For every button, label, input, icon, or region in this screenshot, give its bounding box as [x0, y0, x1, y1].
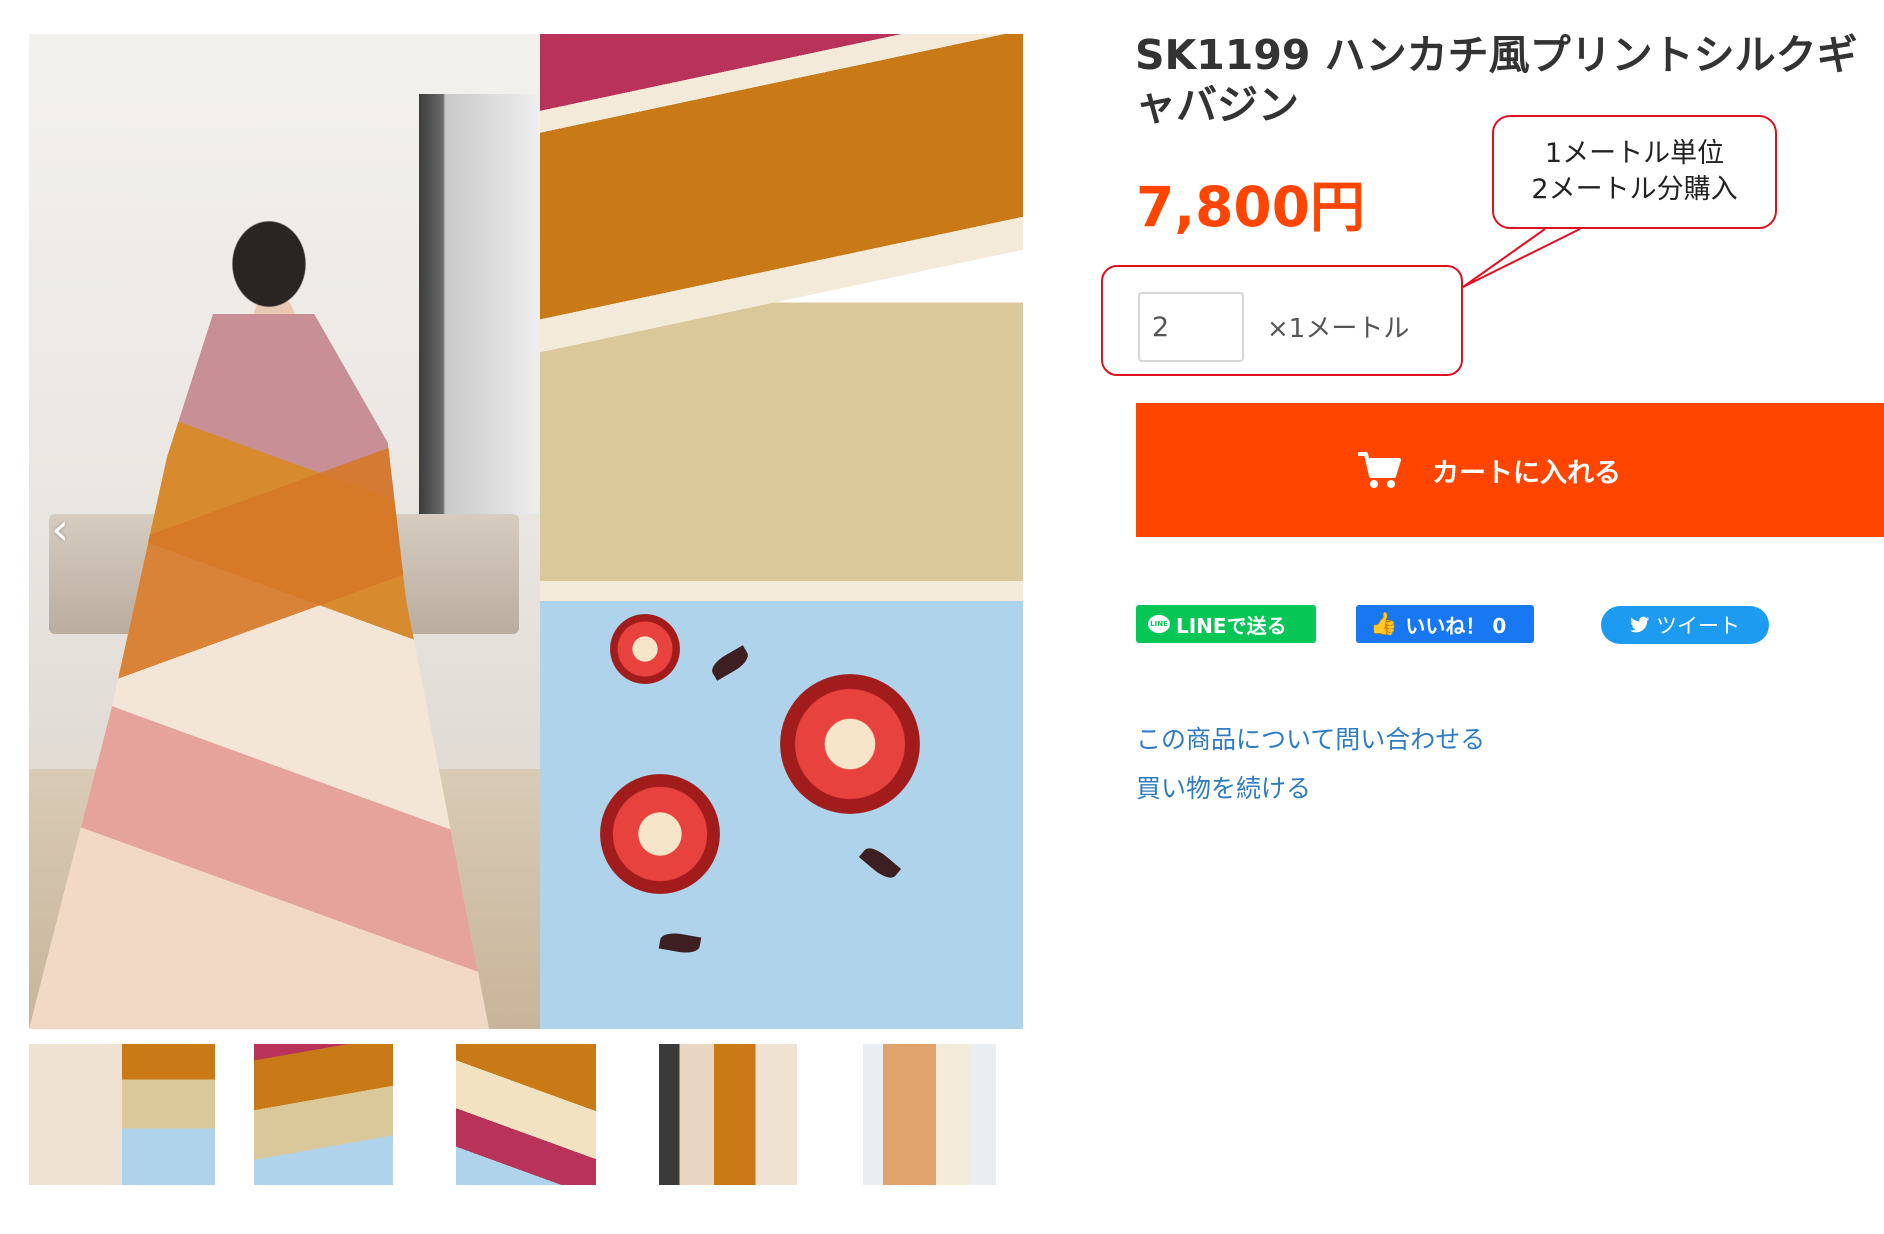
facebook-like-label: いいね！ 0 — [1405, 613, 1507, 638]
window — [419, 94, 539, 514]
line-icon: LINE — [1148, 615, 1170, 633]
leaf-print — [708, 645, 752, 681]
twitter-bird-icon — [1630, 616, 1649, 633]
add-to-cart-button[interactable]: カートに入れる — [1136, 403, 1884, 537]
add-to-cart-label: カートに入れる — [1432, 457, 1621, 489]
annotation-callout: 1メートル単位 2メートル分購入 — [1492, 115, 1777, 229]
inquiry-link[interactable]: この商品について問い合わせる — [1136, 720, 1485, 756]
line-share-label: LINEで送る — [1176, 613, 1287, 638]
quantity-input[interactable] — [1138, 292, 1244, 362]
thumbnail-5[interactable] — [863, 1044, 996, 1185]
prev-image-arrow[interactable]: ‹ — [40, 500, 80, 560]
main-product-image[interactable] — [29, 34, 1023, 1029]
thumbnail-3[interactable] — [456, 1044, 596, 1185]
thumbs-up-icon: 👍 — [1370, 611, 1398, 637]
flower-print — [610, 614, 680, 684]
flower-print — [600, 774, 720, 894]
line-share-button[interactable]: LINE LINEで送る — [1136, 605, 1316, 643]
model-photo — [29, 34, 540, 1029]
twitter-tweet-label: ツイート — [1656, 614, 1740, 638]
thumbnail-1[interactable] — [29, 1044, 215, 1185]
quantity-unit-label: ×1メートル — [1267, 314, 1410, 344]
twitter-tweet-button[interactable]: ツイート — [1601, 606, 1769, 644]
leaf-print — [658, 930, 702, 956]
cart-icon — [1358, 452, 1401, 488]
leaf-print — [858, 843, 902, 883]
thumbnail-4[interactable] — [659, 1044, 797, 1185]
fabric-photo — [540, 34, 1023, 1029]
product-price: 7,800円 — [1136, 175, 1365, 239]
continue-shopping-link[interactable]: 買い物を続ける — [1136, 769, 1311, 805]
facebook-like-button[interactable]: 👍 いいね！ 0 — [1356, 605, 1534, 643]
flower-print — [780, 674, 920, 814]
thumbnail-2[interactable] — [254, 1044, 393, 1185]
annotation-line-1: 1メートル単位 — [1544, 138, 1725, 169]
annotation-line-2: 2メートル分購入 — [1531, 174, 1738, 205]
